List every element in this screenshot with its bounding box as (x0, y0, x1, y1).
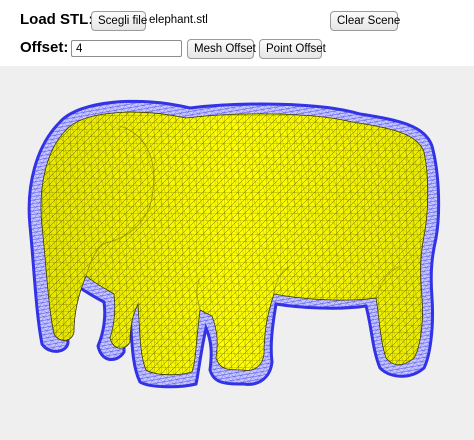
load-stl-label: Load STL: (20, 11, 94, 28)
clear-scene-button[interactable]: Clear Scene (330, 11, 400, 31)
offset-input[interactable] (71, 40, 182, 57)
3d-viewport[interactable] (0, 66, 474, 440)
toolbar: Load STL: Scegli file elephant.stl Clear… (0, 0, 474, 66)
mesh-offset-button[interactable]: Mesh Offset (187, 39, 256, 59)
scene-canvas (27, 99, 441, 389)
choose-file-button[interactable]: Scegli file (91, 11, 147, 31)
file-name-text: elephant.stl (149, 14, 208, 26)
point-offset-button[interactable]: Point Offset (259, 39, 326, 59)
stl-mesh (40, 111, 429, 376)
offset-label: Offset: (20, 39, 69, 56)
